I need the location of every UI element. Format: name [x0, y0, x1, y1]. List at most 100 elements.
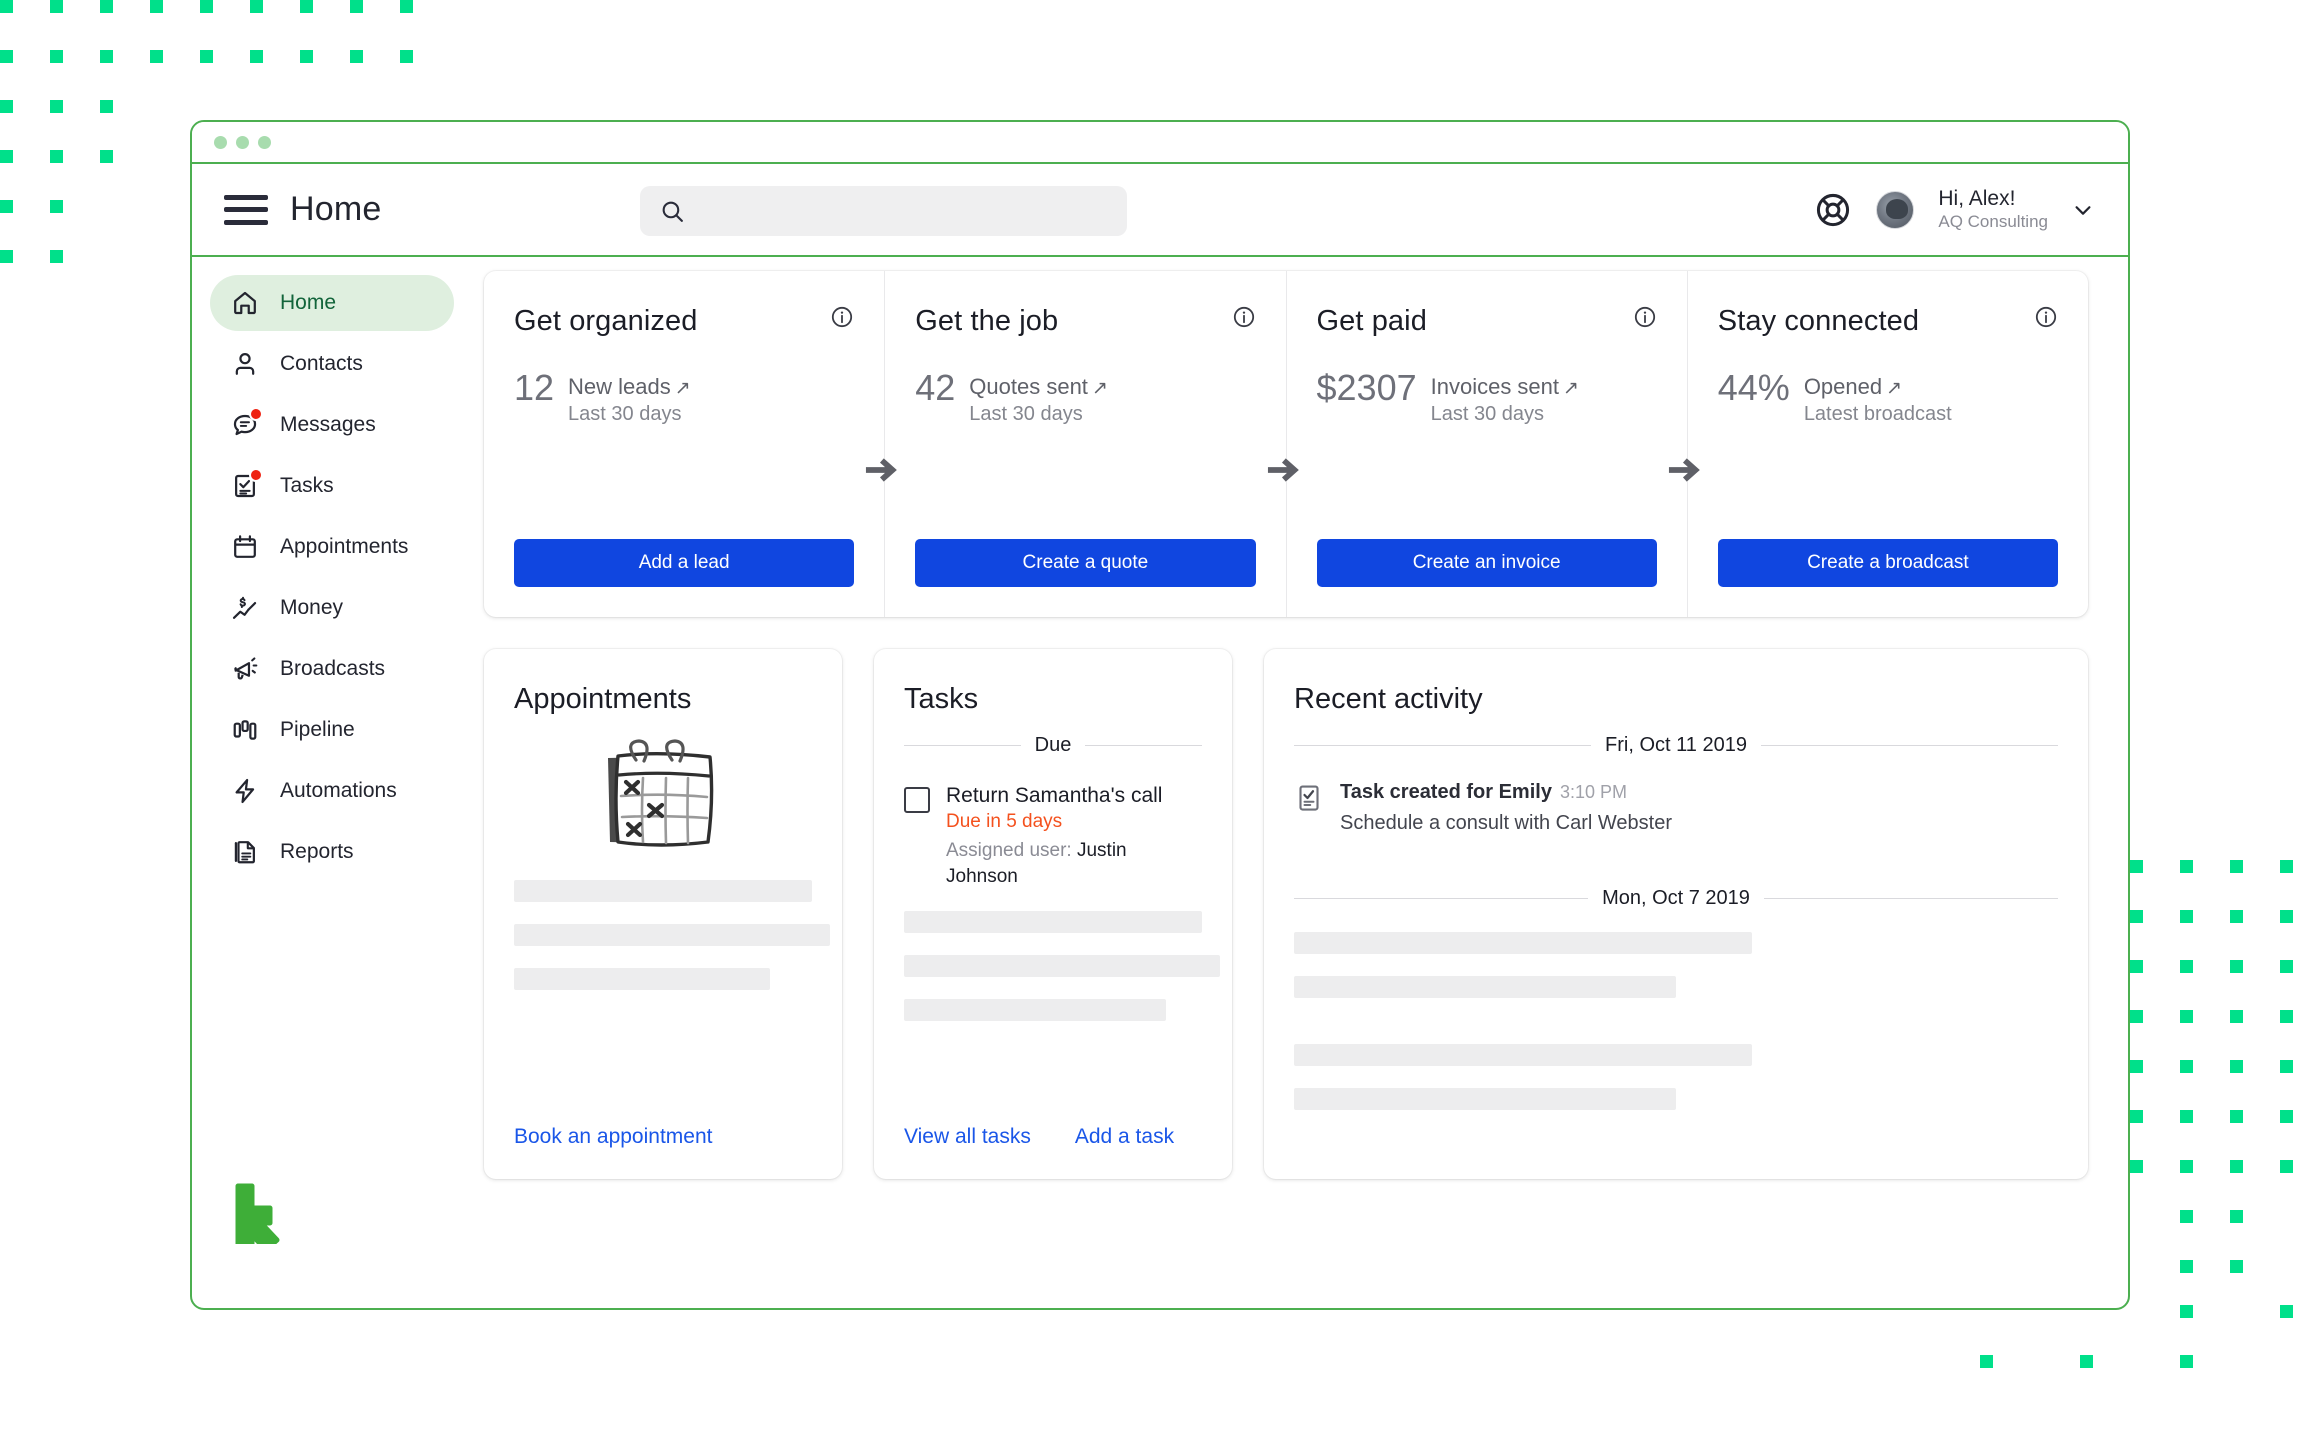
divider-line-left: [904, 745, 1021, 746]
flow-arrow-icon: [1267, 458, 1299, 482]
sidebar-item-label: Tasks: [280, 474, 334, 497]
sidebar-item-reports[interactable]: Reports: [210, 824, 454, 880]
sidebar-item-label: Automations: [280, 779, 397, 802]
sidebar-item-label: Money: [280, 596, 344, 619]
metric-card-title: Get organized: [514, 305, 698, 337]
sidebar-item-contacts[interactable]: Contacts: [210, 336, 454, 392]
browser-window: Home Hi, Alex! AQ Consulting Home Contac…: [190, 120, 2130, 1310]
metric-stat-labels: Opened ↗ Latest broadcast: [1804, 370, 1952, 427]
user-avatar[interactable]: [1876, 190, 1915, 229]
page-title: Home: [290, 190, 382, 228]
sidebar-nav-list: Home Contacts Messages Tasks Appointment…: [210, 275, 454, 880]
skeleton-bar: [904, 999, 1167, 1022]
flow-arrow-2: [1267, 451, 1305, 489]
recent-activity-card: Recent activity Fri, Oct 11 2019 Task cr…: [1264, 649, 2088, 1179]
skeleton-bar: [514, 924, 830, 946]
task-assigned-prefix: Assigned user:: [946, 839, 1072, 861]
flow-arrow-3: [1668, 451, 1706, 489]
info-icon[interactable]: [1633, 305, 1657, 329]
task-list-item[interactable]: Return Samantha's call Due in 5 days Ass…: [904, 783, 1202, 889]
sidebar-item-tasks[interactable]: Tasks: [210, 458, 454, 514]
metric-stat: $2307 Invoices sent ↗ Last 30 days: [1317, 370, 1657, 427]
header-right-controls: Hi, Alex! AQ Consulting: [1814, 187, 2094, 232]
metric-stat-link[interactable]: Opened ↗: [1804, 374, 1902, 399]
search-input[interactable]: [697, 200, 1107, 222]
chevron-down-icon[interactable]: [2072, 199, 2094, 221]
activity-date-divider: Mon, Oct 7 2019: [1294, 887, 2058, 910]
task-assigned-user: Assigned user: Justin Johnson: [946, 838, 1202, 889]
metric-stat-period: Last 30 days: [969, 403, 1083, 426]
recent-activity-title: Recent activity: [1294, 683, 1483, 715]
book-an-appointment-link[interactable]: Book an appointment: [514, 1125, 712, 1149]
metric-stat: 44% Opened ↗ Latest broadcast: [1718, 370, 2058, 427]
skeleton-bar: [904, 911, 1202, 934]
sidebar-item-broadcasts[interactable]: Broadcasts: [210, 641, 454, 697]
window-dot-minimize[interactable]: [236, 135, 249, 149]
metric-stat-link[interactable]: New leads ↗: [568, 374, 691, 399]
add-a-task-link[interactable]: Add a task: [1075, 1125, 1174, 1149]
metric-stat-labels: Quotes sent ↗ Last 30 days: [969, 370, 1108, 427]
skeleton-bar: [1294, 976, 1676, 998]
external-link-arrow-icon: ↗: [1886, 378, 1903, 399]
lifebuoy-help-icon[interactable]: [1814, 191, 1852, 229]
external-link-arrow-icon: ↗: [1563, 378, 1579, 399]
metric-card-header: Stay connected: [1718, 305, 2058, 338]
lightning-bolt-icon: [230, 776, 260, 806]
metric-card-1: Get organized 12 New leads ↗ Last 30 days…: [484, 271, 898, 617]
metric-value: 12: [514, 367, 555, 408]
document-report-icon: [230, 837, 260, 867]
metric-card-title: Stay connected: [1717, 305, 1920, 337]
calendar-sketch-illustration: [608, 739, 714, 847]
page-root: Home Hi, Alex! AQ Consulting Home Contac…: [0, 0, 2320, 1437]
metric-card-header: Get the job: [915, 305, 1255, 338]
metric-action-button[interactable]: Create an invoice: [1316, 539, 1657, 587]
metric-stat-labels: New leads ↗ Last 30 days: [568, 370, 691, 427]
task-created-icon: [1294, 783, 1324, 813]
metric-stat: 12 New leads ↗ Last 30 days: [514, 370, 854, 427]
activity-entry[interactable]: Task created for Emily 3:10 PM Schedule a…: [1294, 781, 2058, 835]
appointments-card: Appointments Book an appointment: [484, 649, 842, 1179]
metric-value: 42: [915, 367, 956, 408]
activity-entry-text: Task created for Emily 3:10 PM Schedule a…: [1340, 781, 1672, 835]
search-bar[interactable]: [640, 186, 1127, 236]
divider-line-right: [1763, 898, 2058, 899]
window-dot-close[interactable]: [214, 135, 227, 149]
sidebar-item-pipeline[interactable]: Pipeline: [210, 702, 454, 758]
info-icon[interactable]: [830, 305, 854, 329]
sidebar-item-home[interactable]: Home: [210, 275, 454, 331]
notification-badge: [249, 407, 263, 421]
window-titlebar: [192, 122, 2128, 164]
metric-stat-link[interactable]: Invoices sent ↗: [1431, 374, 1579, 399]
metric-action-button[interactable]: Create a quote: [915, 539, 1256, 587]
tasks-due-label: Due: [1034, 734, 1072, 756]
activity-entry-detail: Schedule a consult with Carl Webster: [1340, 812, 1673, 834]
sidebar-item-appointments[interactable]: Appointments: [210, 519, 454, 575]
info-icon[interactable]: [1232, 305, 1256, 329]
sidebar-item-label: Messages: [280, 413, 376, 436]
metric-stat-period: Last 30 days: [568, 403, 682, 426]
sidebar-item-label: Pipeline: [280, 718, 355, 741]
appointments-card-links: Book an appointment: [514, 1103, 812, 1179]
pipeline-bars-icon: [230, 715, 260, 745]
sidebar-item-money[interactable]: Money: [210, 580, 454, 636]
metric-action-button[interactable]: Add a lead: [514, 539, 855, 587]
sidebar-item-messages[interactable]: Messages: [210, 397, 454, 453]
task-checkbox[interactable]: [904, 787, 930, 813]
skeleton-bar: [904, 955, 1220, 978]
money-trend-icon: [230, 593, 260, 623]
metric-action-button[interactable]: Create a broadcast: [1717, 539, 2058, 587]
hamburger-menu-icon[interactable]: [224, 194, 268, 225]
metric-value: $2307: [1316, 367, 1417, 408]
view-all-tasks-link[interactable]: View all tasks: [904, 1125, 1031, 1149]
chat-bubble-icon: [230, 407, 263, 440]
metric-card-header: Get organized: [514, 305, 854, 338]
notification-badge: [249, 468, 263, 482]
info-icon[interactable]: [2034, 305, 2058, 329]
metric-stat-link[interactable]: Quotes sent ↗: [969, 374, 1108, 399]
window-dot-maximize[interactable]: [258, 135, 271, 149]
keap-logo: [235, 1183, 280, 1244]
skeleton-bar: [1294, 1088, 1676, 1110]
sidebar-item-automations[interactable]: Automations: [210, 763, 454, 819]
main-content: Get organized 12 New leads ↗ Last 30 days…: [472, 257, 2128, 1308]
